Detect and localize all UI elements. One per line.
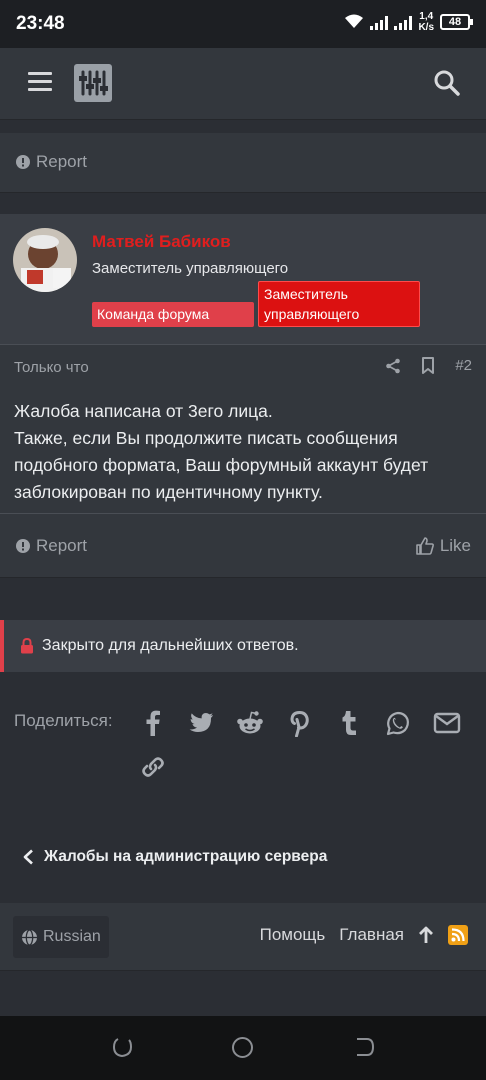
post-number[interactable]: #2	[455, 357, 472, 374]
footer-home-link[interactable]: Главная	[339, 925, 404, 945]
footer-help-link[interactable]: Помощь	[260, 925, 326, 945]
site-footer: Russian Помощь Главная	[0, 903, 486, 971]
user-title: Заместитель управляющего	[92, 260, 289, 277]
post-body-line-2: Также, если Вы продолжите писать сообщен…	[14, 428, 429, 502]
signal-icon	[370, 14, 389, 30]
report-label: Report	[36, 152, 88, 171]
post-date[interactable]: Только что	[14, 359, 89, 376]
status-bar: 23:48 1,4 K/s 48	[0, 0, 486, 48]
twitter-icon[interactable]	[187, 709, 215, 737]
report-label: Report	[36, 536, 88, 555]
lock-icon	[21, 638, 33, 654]
thread-closed-notice: Закрыто для дальнейших ответов.	[0, 620, 486, 672]
language-label: Russian	[43, 928, 101, 945]
language-chooser[interactable]: Russian	[13, 916, 109, 958]
warning-circle-icon	[16, 155, 30, 169]
closed-notice-text: Закрыто для дальнейших ответов.	[42, 637, 299, 654]
post-2: Матвей Бабиков Заместитель управляющего …	[0, 214, 486, 578]
username-link[interactable]: Матвей Бабиков	[92, 232, 231, 252]
post-user-header: Матвей Бабиков Заместитель управляющего …	[0, 214, 486, 345]
sliders-logo-icon[interactable]	[74, 64, 112, 102]
bookmark-icon[interactable]	[421, 357, 435, 374]
user-banner-team: Команда форума	[92, 302, 254, 327]
user-banner-deputy: Заместитель управляющего	[258, 281, 420, 327]
facebook-icon[interactable]	[139, 709, 167, 737]
search-icon[interactable]	[432, 68, 462, 98]
share-label: Поделиться:	[14, 711, 113, 730]
arrow-up-icon[interactable]	[418, 926, 434, 944]
whatsapp-icon[interactable]	[384, 709, 412, 737]
warning-circle-icon	[16, 539, 30, 553]
tumblr-icon[interactable]	[335, 709, 363, 737]
breadcrumb-label: Жалобы на администрацию сервера	[44, 848, 328, 865]
avatar[interactable]	[13, 228, 77, 292]
header-gap	[0, 121, 486, 133]
status-clock: 23:48	[16, 13, 65, 34]
email-icon[interactable]	[433, 709, 461, 737]
post-1-footer: Report	[0, 133, 486, 193]
chevron-left-icon	[23, 849, 33, 865]
pinterest-icon[interactable]	[286, 709, 314, 737]
footer-links: Помощь Главная	[260, 925, 468, 945]
net-speed: 1,4 K/s	[418, 11, 434, 33]
globe-icon	[22, 928, 37, 946]
status-icons: 1,4 K/s 48	[344, 11, 473, 33]
back-icon[interactable]	[353, 1036, 375, 1058]
net-speed-unit: K/s	[418, 22, 434, 33]
like-label: Like	[439, 536, 471, 555]
report-button[interactable]: Report	[16, 152, 87, 172]
link-icon[interactable]	[139, 753, 167, 781]
signal-icon-2	[394, 14, 413, 30]
battery-icon: 48	[440, 14, 473, 30]
like-button[interactable]: Like	[416, 536, 471, 556]
net-speed-value: 1,4	[419, 11, 434, 22]
breadcrumb[interactable]: Жалобы на администрацию сервера	[22, 848, 327, 866]
post-body: Жалоба написана от 3его лица. Также, есл…	[14, 398, 474, 506]
report-button[interactable]: Report	[16, 536, 87, 556]
hamburger-icon[interactable]	[28, 72, 52, 92]
share-icon[interactable]	[385, 358, 401, 374]
system-nav-bar	[0, 1016, 486, 1080]
thumbs-up-icon	[416, 537, 434, 555]
reddit-icon[interactable]	[236, 709, 264, 737]
home-icon[interactable]	[231, 1036, 254, 1059]
divider	[0, 513, 486, 514]
post-actions: #2	[385, 357, 472, 374]
wifi-icon	[345, 14, 364, 28]
post-body-line-1: Жалоба написана от 3его лица.	[14, 401, 273, 421]
site-header	[0, 48, 486, 120]
recents-icon[interactable]	[111, 1036, 133, 1058]
rss-icon[interactable]	[448, 925, 468, 945]
